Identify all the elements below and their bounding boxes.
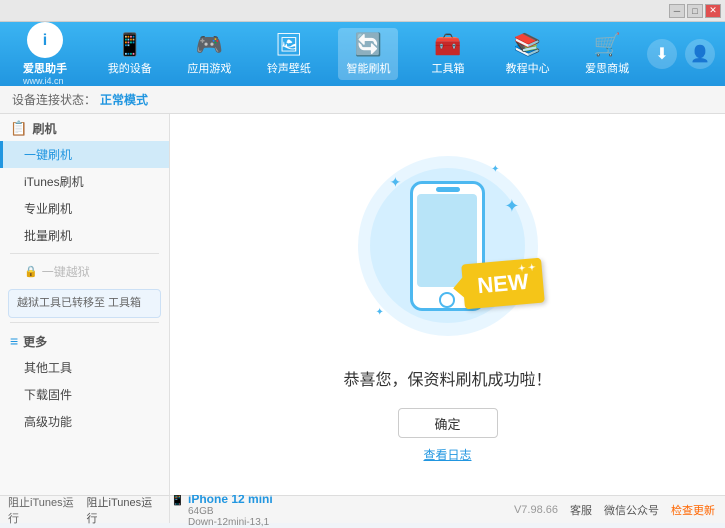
itunes-bar: 阻止iTunes运行 阻止iTunes运行 [0, 495, 170, 523]
logo-text: 爱思助手 www.i4.cn [23, 60, 67, 86]
status-value: 正常模式 [100, 91, 148, 108]
visit-log-link[interactable]: 查看日志 [423, 446, 471, 463]
sidebar-item-pro-flash[interactable]: 专业刷机 [0, 195, 169, 222]
apps-nav-icon: 🎮 [196, 32, 223, 58]
status-label: 设备连接状态： [12, 91, 96, 108]
star-4: ✦ [376, 307, 384, 318]
wechat-link[interactable]: 微信公众号 [604, 502, 659, 518]
nav-tools-label: 工具箱 [432, 60, 465, 76]
tutorial-nav-icon: 📚 [514, 32, 541, 58]
logo-icon: i [27, 22, 63, 58]
phone-home-btn [439, 292, 455, 308]
star-1: ✦ [390, 174, 402, 191]
sidebar-item-other-tools[interactable]: 其他工具 [0, 354, 169, 381]
sidebar-item-onekey-flash[interactable]: 一键刷机 [0, 141, 169, 168]
nav-my-device[interactable]: 📱 我的设备 [100, 28, 160, 80]
nav-my-device-label: 我的设备 [108, 60, 152, 76]
main-layout: 📋 刷机 一键刷机 iTunes刷机 专业刷机 批量刷机 🔒 一键越狱 越狱工具… [0, 114, 725, 495]
nav-ringtone-label: 铃声壁纸 [267, 60, 311, 76]
close-button[interactable]: ✕ [705, 4, 721, 18]
sidebar-divider-2 [10, 322, 159, 323]
nav-tutorial-label: 教程中心 [506, 60, 550, 76]
confirm-button[interactable]: 确定 [398, 408, 498, 438]
nav-flash-label: 智能刷机 [346, 60, 390, 76]
nav-apps-label: 应用游戏 [187, 60, 231, 76]
phone-illustration: ✦ ✦ ✦ ✦ NEW ✦ ✦ [348, 146, 548, 346]
status-bar: 设备连接状态： 正常模式 [0, 86, 725, 114]
device-info: 📱 iPhone 12 mini 64GB Down-12mini-13,1 [170, 492, 273, 528]
nav-ringtone[interactable]: 🖼 铃声壁纸 [259, 28, 319, 80]
sidebar-item-batch-flash[interactable]: 批量刷机 [0, 222, 169, 249]
restore-button[interactable]: □ [687, 4, 703, 18]
nav-tools[interactable]: 🧰 工具箱 [418, 28, 478, 80]
sidebar-section-jailbreak: 🔒 一键越狱 [0, 258, 169, 285]
sidebar-divider-1 [10, 253, 159, 254]
shop-nav-icon: 🛒 [593, 32, 620, 58]
download-button[interactable]: ⬇ [647, 39, 677, 69]
title-bar: ─ □ ✕ [0, 0, 725, 22]
customer-service-link[interactable]: 客服 [570, 502, 592, 518]
version-label: V7.98.66 [514, 504, 558, 516]
nav-apps[interactable]: 🎮 应用游戏 [179, 28, 239, 80]
tools-nav-icon: 🧰 [434, 32, 461, 58]
star-2: ✦ [491, 164, 499, 175]
svg-text:i: i [43, 32, 47, 49]
check-update-link[interactable]: 检查更新 [671, 502, 715, 518]
sidebar-jailbreak-note: 越狱工具已转移至 工具箱 [8, 289, 161, 318]
flash-section-icon: 📋 [10, 120, 27, 137]
success-text: 恭喜您，保资料刷机成功啦！ [343, 366, 551, 390]
user-button[interactable]: 👤 [685, 39, 715, 69]
nav-flash[interactable]: 🔄 智能刷机 [338, 28, 398, 80]
nav-items: 📱 我的设备 🎮 应用游戏 🖼 铃声壁纸 🔄 智能刷机 🧰 工具箱 📚 教程中心… [90, 28, 647, 80]
phone-notch [436, 187, 460, 192]
header-right: ⬇ 👤 [647, 39, 715, 69]
nav-shop[interactable]: 🛒 爱思商城 [577, 28, 637, 80]
itunes-stop-label[interactable]: 阻止iTunes运行 [87, 494, 162, 526]
sidebar-item-download-firmware[interactable]: 下载固件 [0, 381, 169, 408]
sidebar-item-advanced[interactable]: 高级功能 [0, 408, 169, 435]
flash-nav-icon: 🔄 [355, 32, 382, 58]
star-3: ✦ [504, 196, 519, 217]
sidebar-section-flash[interactable]: 📋 刷机 [0, 114, 169, 141]
sidebar-section-more[interactable]: ≡ 更多 [0, 327, 169, 354]
sidebar-item-itunes-flash[interactable]: iTunes刷机 [0, 168, 169, 195]
sidebar: 📋 刷机 一键刷机 iTunes刷机 专业刷机 批量刷机 🔒 一键越狱 越狱工具… [0, 114, 170, 495]
content-area: ✦ ✦ ✦ ✦ NEW ✦ ✦ 恭喜您，保资料刷机成功啦！ 确定 查看日志 [170, 114, 725, 495]
logo-area: i 爱思助手 www.i4.cn [10, 22, 80, 86]
nav-tutorial[interactable]: 📚 教程中心 [498, 28, 558, 80]
bottom-right: V7.98.66 客服 微信公众号 检查更新 [514, 502, 715, 518]
device-version: Down-12mini-13,1 [170, 517, 273, 528]
device-storage: 64GB [170, 506, 273, 517]
lock-icon: 🔒 [24, 265, 38, 278]
header: i 爱思助手 www.i4.cn 📱 我的设备 🎮 应用游戏 🖼 铃声壁纸 🔄 … [0, 22, 725, 86]
new-badge-stars: ✦ ✦ [517, 262, 535, 274]
device-nav-icon: 📱 [116, 32, 143, 58]
new-badge: NEW ✦ ✦ [461, 258, 545, 310]
more-section-icon: ≡ [10, 333, 18, 349]
more-section-label: 更多 [23, 333, 47, 350]
itunes-stop-button[interactable]: 阻止iTunes运行 [8, 494, 83, 526]
flash-section-label: 刷机 [32, 120, 56, 137]
ringtone-nav-icon: 🖼 [275, 32, 303, 58]
nav-shop-label: 爱思商城 [585, 60, 629, 76]
minimize-button[interactable]: ─ [669, 4, 685, 18]
